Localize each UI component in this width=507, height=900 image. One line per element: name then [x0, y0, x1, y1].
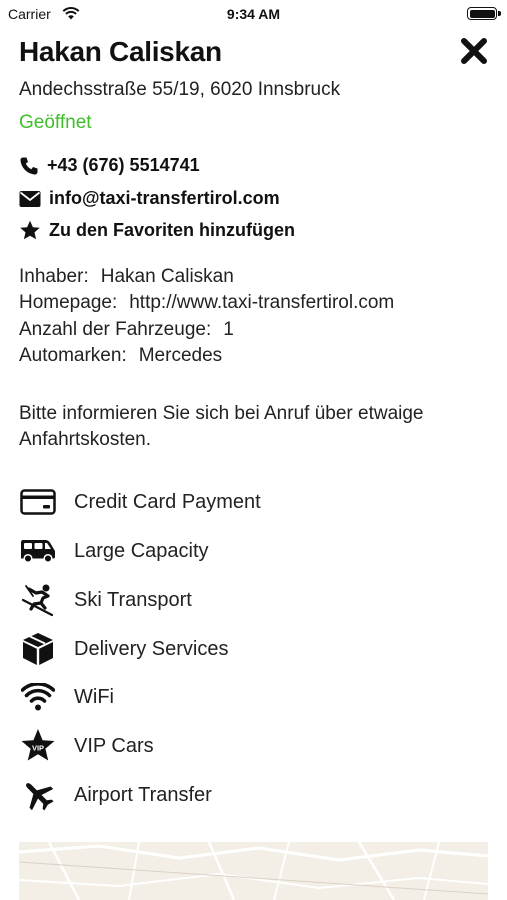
map-preview[interactable] [19, 842, 488, 900]
address-text: Andechsstraße 55/19, 6020 Innsbruck [19, 79, 341, 100]
feature-vip-cars: VIP VIP Cars [19, 728, 154, 764]
add-favorite-button[interactable]: Zu den Favoriten hinzufügen [19, 220, 295, 241]
homepage-link[interactable]: http://www.taxi-transfertirol.com [129, 292, 394, 313]
add-favorite-label: Zu den Favoriten hinzufügen [49, 220, 295, 240]
open-status-text: Geöffnet [19, 112, 92, 133]
car-brand-label: Automarken: [19, 345, 127, 366]
vip-badge-text: VIP [32, 744, 44, 753]
airplane-icon [26, 783, 54, 811]
feature-label: Ski Transport [74, 588, 192, 611]
email-address: info@taxi-transfertirol.com [49, 188, 280, 208]
wifi-icon [21, 683, 55, 711]
skier-icon [21, 584, 54, 617]
feature-label: Large Capacity [74, 539, 209, 562]
car-brand-row: Automarken: Mercedes [19, 343, 222, 369]
owner-row: Inhaber: Hakan Caliskan [19, 264, 234, 290]
owner-value: Hakan Caliskan [100, 266, 234, 287]
vip-star-icon: VIP [21, 729, 55, 761]
battery-icon [467, 7, 497, 20]
envelope-icon [19, 190, 41, 207]
vehicle-count-value: 1 [223, 319, 234, 340]
bus-icon [21, 540, 55, 563]
owner-label: Inhaber: [19, 266, 89, 287]
feature-ski-transport: Ski Transport [19, 582, 192, 618]
feature-large-capacity: Large Capacity [19, 533, 209, 569]
package-icon [23, 633, 53, 665]
feature-label: Credit Card Payment [74, 490, 261, 513]
company-name: Hakan Caliskan [19, 36, 222, 67]
feature-airport-transfer: Airport Transfer [19, 777, 212, 813]
vehicle-count-row: Anzahl der Fahrzeuge: 1 [19, 317, 234, 343]
phone-number: +43 (676) 5514741 [47, 155, 200, 175]
homepage-row: Homepage: http://www.taxi-transfertirol.c… [19, 290, 394, 316]
feature-credit-card: Credit Card Payment [19, 484, 261, 520]
vehicle-count-label: Anzahl der Fahrzeuge: [19, 319, 212, 340]
star-icon [20, 220, 40, 240]
phone-link[interactable]: +43 (676) 5514741 [19, 155, 200, 176]
feature-label: Airport Transfer [74, 783, 212, 806]
battery-tip [498, 11, 501, 16]
map-roads [19, 842, 488, 900]
car-brand-value: Mercedes [138, 345, 223, 366]
status-bar: Carrier 9:34 AM [0, 0, 507, 28]
phone-icon [20, 157, 38, 174]
notice-text: Bitte informieren Sie sich bei Anruf übe… [19, 403, 424, 450]
feature-label: Delivery Services [74, 637, 229, 660]
feature-delivery-services: Delivery Services [19, 631, 228, 667]
credit-card-icon [20, 489, 56, 515]
feature-label: WiFi [74, 685, 114, 708]
feature-label: VIP Cars [74, 734, 154, 757]
homepage-label: Homepage: [19, 292, 118, 313]
close-icon[interactable] [459, 36, 489, 66]
status-time: 9:34 AM [226, 6, 281, 22]
feature-wifi: WiFi [19, 679, 114, 715]
email-link[interactable]: info@taxi-transfertirol.com [19, 188, 280, 209]
